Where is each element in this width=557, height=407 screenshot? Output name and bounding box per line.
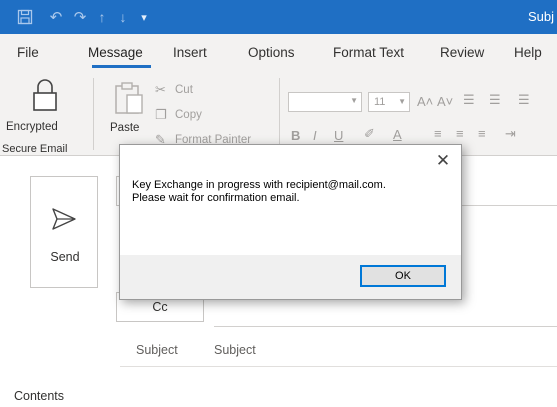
customize-qat-icon[interactable]: ▾ [137,6,151,28]
key-exchange-dialog: ✕ Key Exchange in progress with recipien… [119,144,462,300]
bold-button[interactable]: B [291,128,300,143]
shrink-font-icon[interactable]: A˅ [437,94,453,109]
undo-icon[interactable]: ↶ [46,6,66,28]
copy-button[interactable]: Copy [175,109,202,121]
title-bar: ↶ ↷ ↑ ↓ ▾ Subj [0,0,557,34]
subject-label: Subject [136,343,178,357]
multilevel-list-icon[interactable]: ☰ [518,92,530,108]
down-arrow-icon[interactable]: ↓ [114,6,132,28]
subject-divider [120,366,557,367]
font-color-icon[interactable]: A [393,127,402,142]
align-right-icon[interactable]: ≡ [478,126,486,141]
font-name-dropdown[interactable]: ▼ [288,92,362,112]
tab-message[interactable]: Message [88,45,143,60]
send-label: Send [50,250,80,264]
copy-icon[interactable]: ❐ [155,107,167,123]
italic-button[interactable]: I [313,128,317,143]
tab-help[interactable]: Help [514,45,542,60]
tab-format-text[interactable]: Format Text [333,45,404,60]
window-title: Subj [528,9,555,24]
tab-insert[interactable]: Insert [173,45,207,60]
chevron-down-icon: ▼ [398,97,406,106]
cut-icon[interactable]: ✂ [155,82,166,98]
up-arrow-icon[interactable]: ↑ [93,6,111,28]
ok-button[interactable]: OK [360,265,446,287]
dialog-message-line2: Please wait for confirmation email. [132,192,300,204]
save-icon[interactable] [14,6,36,28]
paste-button[interactable]: Paste [110,122,139,134]
tab-review[interactable]: Review [440,45,484,60]
subject-input[interactable]: Subject [214,343,256,357]
group-divider [279,78,280,150]
dialog-message: Key Exchange in progress with recipient@… [132,179,454,205]
font-size-value: 11 [374,96,386,108]
active-tab-indicator [92,65,151,68]
tab-options[interactable]: Options [248,45,295,60]
clipboard-icon[interactable] [113,81,145,120]
group-divider [93,78,94,150]
grow-font-icon[interactable]: A˄ [417,94,433,109]
underline-button[interactable]: U [334,128,343,143]
align-center-icon[interactable]: ≡ [456,126,464,141]
highlight-icon[interactable]: ✐ [364,126,375,142]
lock-icon[interactable] [32,78,58,117]
ribbon-tabs: File Message Insert Options Format Text … [0,34,557,70]
dialog-footer: OK [120,255,461,299]
close-icon[interactable]: ✕ [431,150,455,172]
align-left-icon[interactable]: ≡ [434,126,442,141]
tab-file[interactable]: File [17,45,39,60]
dialog-message-line1: Key Exchange in progress with recipient@… [132,179,386,191]
send-icon [51,207,77,236]
encrypted-button[interactable]: Encrypted [6,121,58,133]
font-size-dropdown[interactable]: 11 ▼ [368,92,410,112]
secure-email-group-label: Secure Email [2,143,68,155]
indent-icon[interactable]: ⇥ [505,126,516,142]
numbering-icon[interactable]: ☰ [489,92,501,108]
chevron-down-icon: ▼ [350,96,358,105]
cut-button[interactable]: Cut [175,84,193,96]
cc-field[interactable] [214,326,557,327]
bullets-icon[interactable]: ☰ [463,92,475,108]
redo-icon[interactable]: ↷ [70,6,90,28]
send-button[interactable]: Send [30,176,98,288]
message-body[interactable]: Contents [14,389,64,403]
